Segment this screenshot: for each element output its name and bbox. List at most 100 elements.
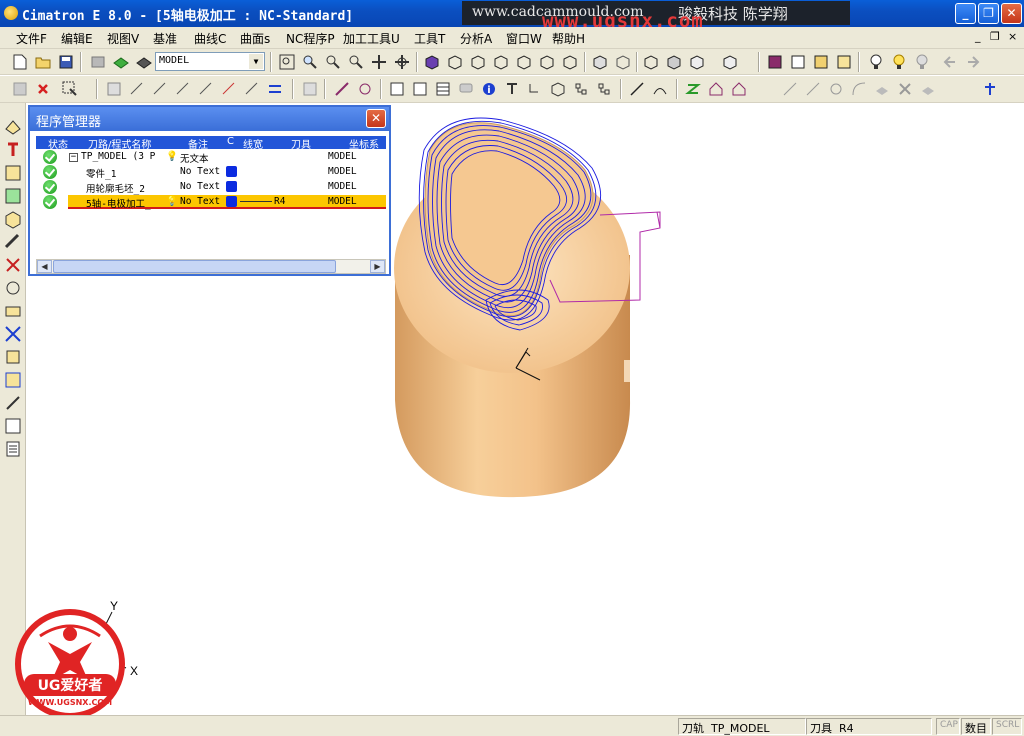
nc-tool-9-icon[interactable]: [3, 301, 23, 321]
menu-view[interactable]: 视图V: [107, 30, 139, 47]
arrow-forward-icon[interactable]: [963, 52, 983, 72]
minimize-button[interactable]: _: [955, 3, 976, 24]
model-select[interactable]: MODEL ▼: [155, 52, 265, 71]
info-icon[interactable]: i: [479, 79, 499, 99]
gray-tool-icon[interactable]: [300, 79, 320, 99]
section-2-icon[interactable]: [788, 52, 808, 72]
select-pick-icon[interactable]: [60, 79, 80, 99]
header-coord[interactable]: 坐标系: [349, 136, 379, 151]
header-status[interactable]: 状态: [48, 136, 68, 151]
menu-machining-tools[interactable]: 加工工具U: [343, 30, 400, 47]
section-4-icon[interactable]: [834, 52, 854, 72]
pan-icon[interactable]: [369, 52, 389, 72]
header-c[interactable]: C: [227, 136, 234, 147]
header-line-width[interactable]: 线宽: [243, 136, 263, 151]
view-top-icon[interactable]: [468, 52, 488, 72]
surface-s-icon[interactable]: [683, 79, 703, 99]
table-row[interactable]: 零件_1 No Text MODEL: [36, 165, 386, 180]
table-row[interactable]: 用轮廓毛坯_2 No Text MODEL: [36, 180, 386, 195]
horizontal-scrollbar[interactable]: ◀ ▶: [36, 259, 386, 274]
color-swatch[interactable]: [226, 181, 237, 192]
view-left-icon[interactable]: [537, 52, 557, 72]
surface-3-icon[interactable]: [729, 79, 749, 99]
mdi-restore-button[interactable]: ❐: [990, 30, 1000, 43]
rotate-icon[interactable]: [392, 52, 412, 72]
header-name[interactable]: 刀路/程式名称: [88, 136, 151, 151]
nc-tool-13-icon[interactable]: [3, 393, 23, 413]
nc-tool-8-icon[interactable]: [3, 278, 23, 298]
header-tool[interactable]: 刀具: [291, 136, 311, 151]
comment-icon[interactable]: [456, 79, 476, 99]
eraser-icon[interactable]: [918, 79, 938, 99]
menu-edit[interactable]: 编辑E: [61, 30, 93, 47]
dark-layer-icon[interactable]: [134, 52, 154, 72]
curve-icon[interactable]: [650, 79, 670, 99]
menu-window[interactable]: 窗口W: [506, 30, 542, 47]
green-layer-icon[interactable]: [111, 52, 131, 72]
transform-2-icon[interactable]: [127, 79, 147, 99]
nc-tool-10-icon[interactable]: [3, 324, 23, 344]
nc-tool-12-icon[interactable]: [3, 370, 23, 390]
nc-tool-15-icon[interactable]: [3, 439, 23, 459]
mdi-minimize-button[interactable]: _: [975, 30, 981, 43]
arrow-back-icon[interactable]: [940, 52, 960, 72]
table-icon[interactable]: [433, 79, 453, 99]
surface-house-icon[interactable]: [706, 79, 726, 99]
cube-outline-icon[interactable]: [548, 79, 568, 99]
scroll-right-icon[interactable]: ▶: [370, 260, 385, 273]
nc-tool-2-icon[interactable]: [3, 140, 23, 160]
view-back-icon[interactable]: [560, 52, 580, 72]
toolpath-list-icon[interactable]: [410, 79, 430, 99]
menu-surface[interactable]: 曲面s: [240, 30, 270, 47]
app-icon[interactable]: [4, 6, 18, 20]
render-mode-icon[interactable]: [590, 52, 610, 72]
chevron-down-icon[interactable]: ▼: [249, 54, 263, 69]
table-row[interactable]: − TP_MODEL (3 P 💡 无文本 MODEL: [36, 150, 386, 165]
color-swatch[interactable]: [226, 196, 237, 207]
delete-x-icon[interactable]: [33, 79, 53, 99]
mdi-close-button[interactable]: ×: [1008, 30, 1017, 43]
new-file-icon[interactable]: [10, 52, 30, 72]
tool-def-icon[interactable]: [502, 79, 522, 99]
transform-5-icon[interactable]: [196, 79, 216, 99]
cube-view-dropdown-icon[interactable]: [720, 52, 740, 72]
menu-help[interactable]: 帮助H: [552, 30, 585, 47]
menu-analysis[interactable]: 分析A: [460, 30, 492, 47]
scroll-thumb[interactable]: [53, 260, 336, 273]
transform-3-icon[interactable]: [150, 79, 170, 99]
view-front-icon[interactable]: [491, 52, 511, 72]
light-bulb-off-icon[interactable]: [912, 52, 932, 72]
nc-tool-6-icon[interactable]: [3, 232, 23, 252]
nc-tool-1-icon[interactable]: [3, 117, 23, 137]
box-view-3-icon[interactable]: [687, 52, 707, 72]
zoom-box-icon[interactable]: [323, 52, 343, 72]
line-icon[interactable]: [780, 79, 800, 99]
restore-button[interactable]: ❐: [978, 3, 999, 24]
menu-file[interactable]: 文件F: [16, 30, 47, 47]
menu-datum[interactable]: 基准: [153, 30, 177, 47]
menu-curve[interactable]: 曲线C: [194, 30, 226, 47]
select-gray-icon[interactable]: [10, 79, 30, 99]
zoom-icon[interactable]: [346, 52, 366, 72]
sketch-icon[interactable]: [627, 79, 647, 99]
view-iso-icon[interactable]: [445, 52, 465, 72]
arc-icon[interactable]: [849, 79, 869, 99]
nc-tool-7-icon[interactable]: [3, 255, 23, 275]
box-view-2-icon[interactable]: [664, 52, 684, 72]
tree-icon[interactable]: [571, 79, 591, 99]
wireframe-icon[interactable]: [613, 52, 633, 72]
hierarchy-icon[interactable]: [525, 79, 545, 99]
save-icon[interactable]: [56, 52, 76, 72]
nc-tool-3-icon[interactable]: [3, 163, 23, 183]
color-swatch[interactable]: [226, 166, 237, 177]
measure-icon[interactable]: [332, 79, 352, 99]
header-note[interactable]: 备注: [188, 136, 208, 151]
box-view-icon[interactable]: [641, 52, 661, 72]
close-button[interactable]: ✕: [1001, 3, 1022, 24]
nc-tool-5-icon[interactable]: [3, 209, 23, 229]
section-icon[interactable]: [765, 52, 785, 72]
tree-2-icon[interactable]: [594, 79, 614, 99]
light-bulb-on-icon[interactable]: [889, 52, 909, 72]
gray-layer-icon[interactable]: [88, 52, 108, 72]
transform-6-icon[interactable]: [219, 79, 239, 99]
